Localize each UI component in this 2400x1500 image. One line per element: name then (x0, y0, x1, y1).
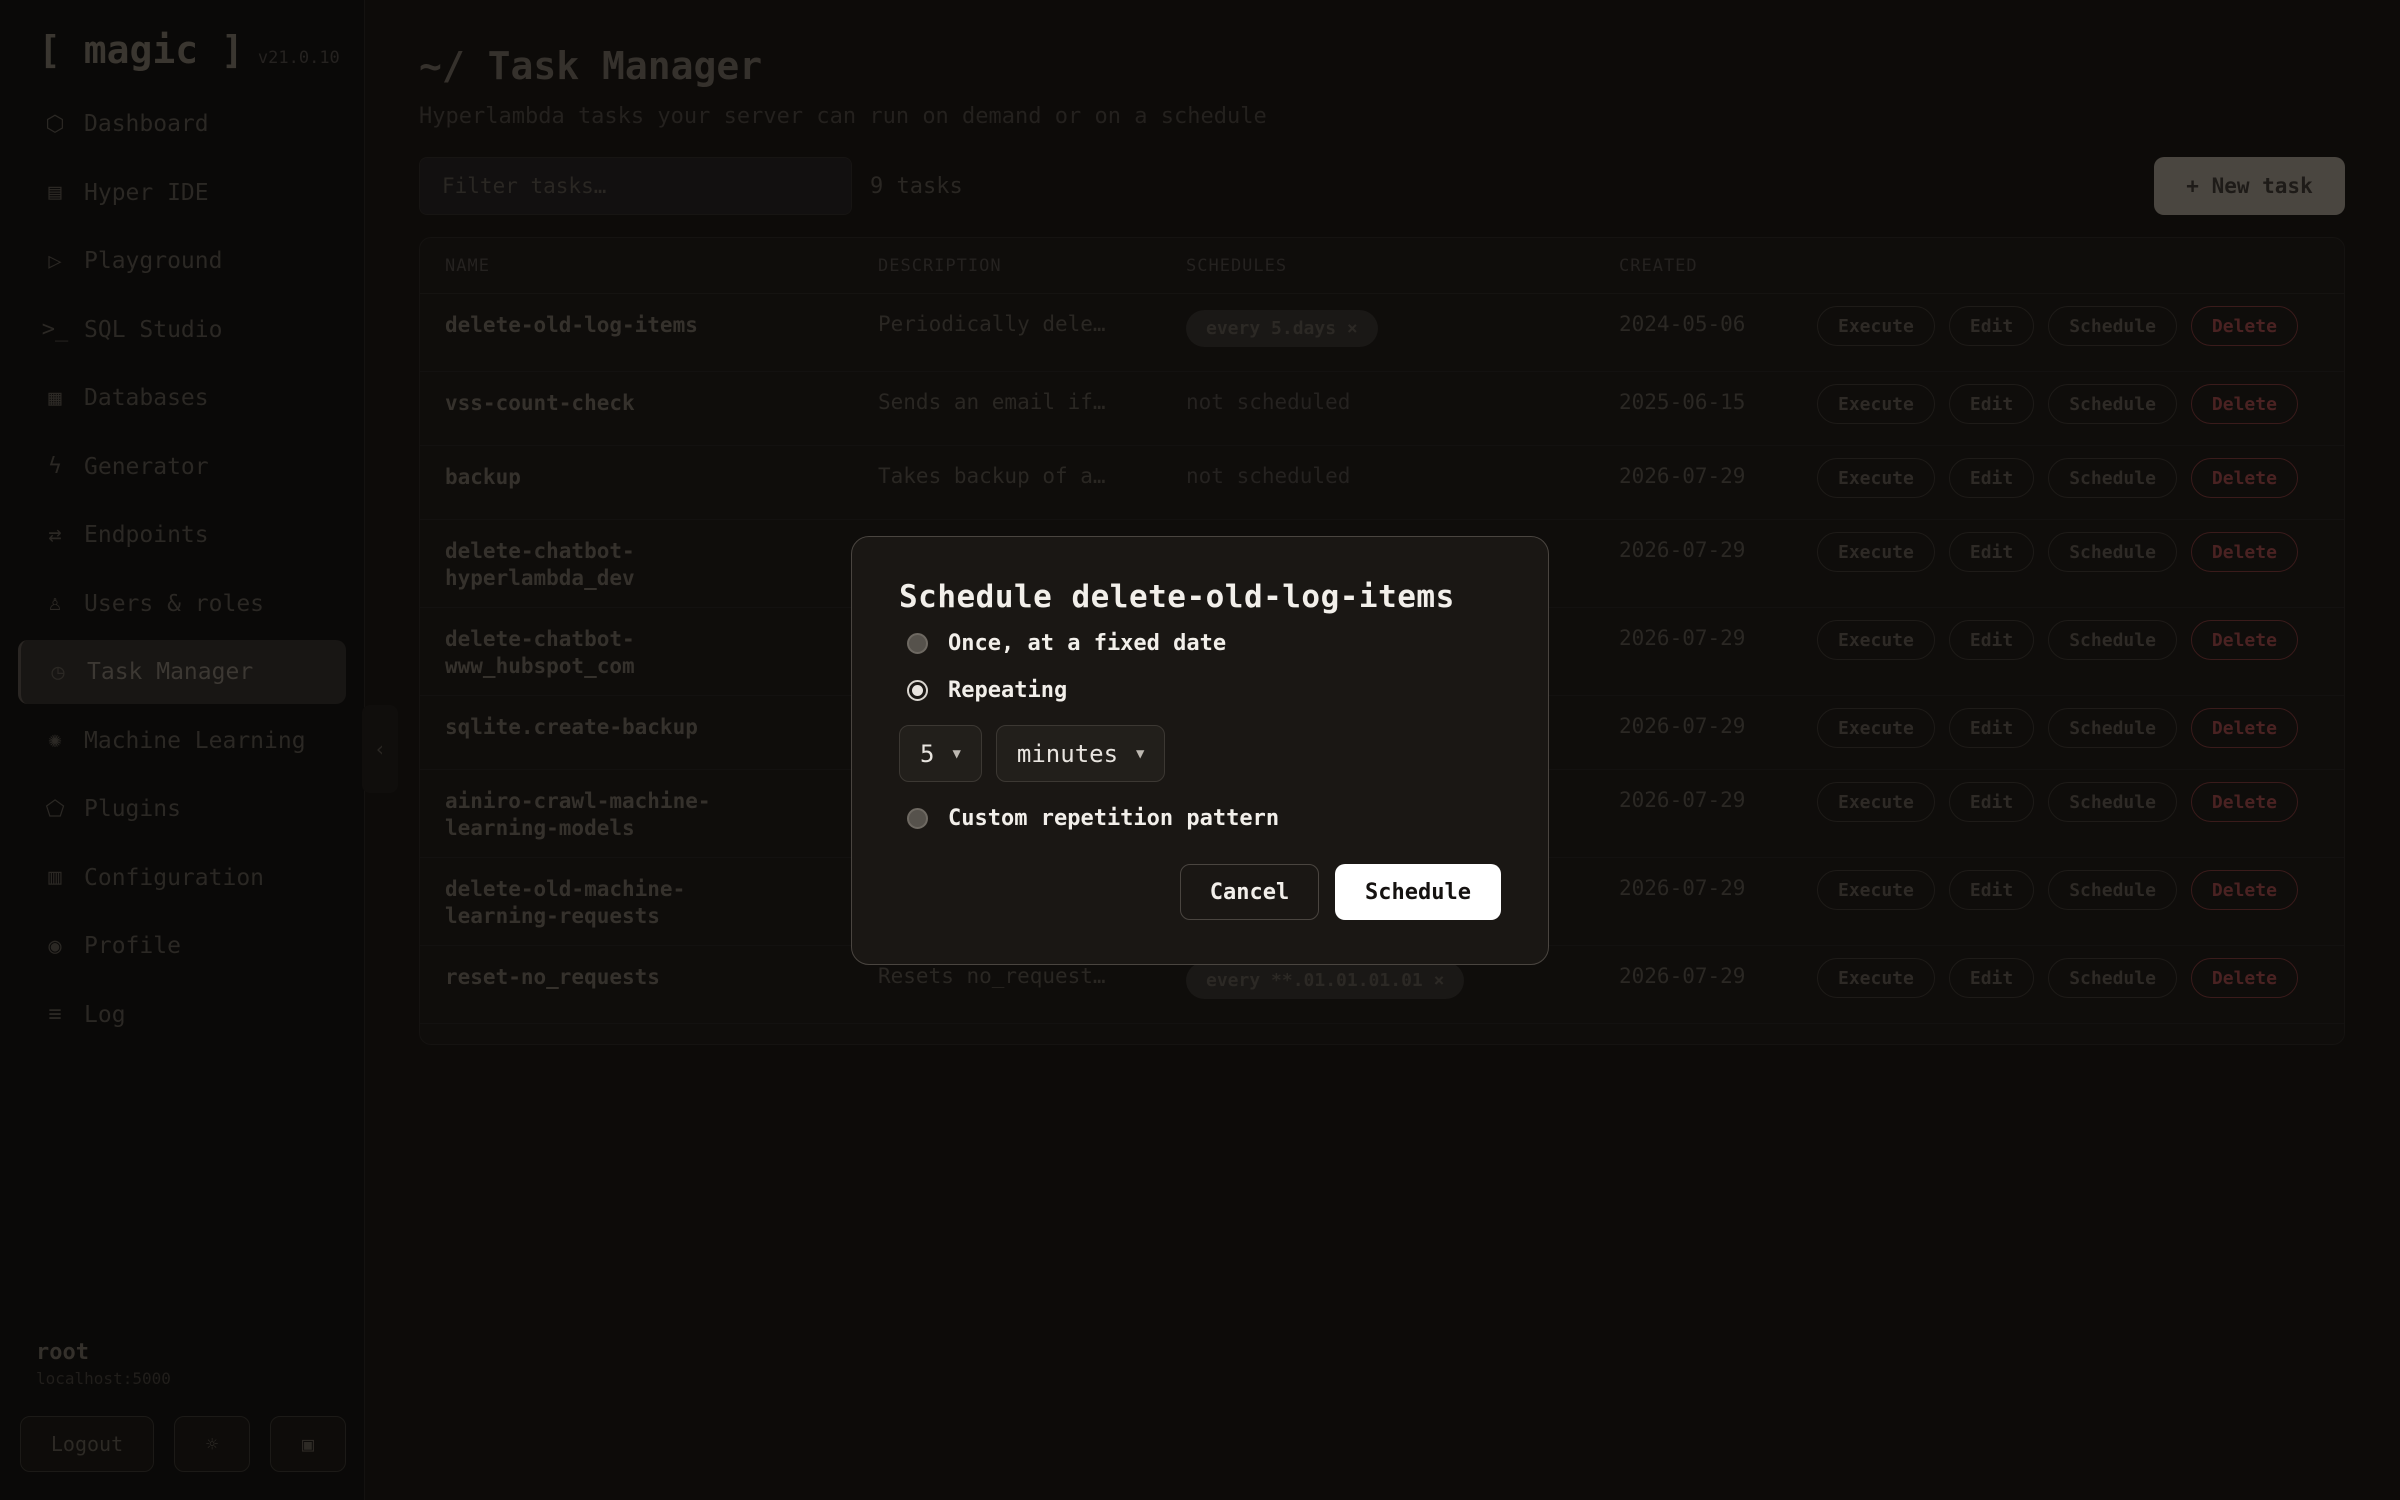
chevron-down-icon: ▼ (952, 745, 961, 762)
interval-unit: minutes (1016, 739, 1119, 768)
option-custom-label: Custom repetition pattern (948, 806, 1280, 831)
radio-once[interactable] (907, 633, 928, 654)
interval-unit-select[interactable]: minutes ▼ (995, 725, 1166, 782)
option-once[interactable]: Once, at a fixed date (899, 627, 1501, 660)
radio-custom[interactable] (907, 808, 928, 829)
option-repeating-label: Repeating (948, 678, 1068, 703)
radio-repeating[interactable] (907, 680, 928, 701)
dialog-actions: Cancel Schedule (1180, 864, 1501, 920)
interval-value-select[interactable]: 5 ▼ (899, 725, 982, 782)
option-repeating[interactable]: Repeating (899, 674, 1501, 707)
chevron-down-icon: ▼ (1136, 745, 1145, 762)
interval-value: 5 (920, 739, 935, 768)
option-custom[interactable]: Custom repetition pattern (899, 802, 1501, 835)
dialog-title: Schedule delete-old-log-items (899, 579, 1455, 615)
interval-selects: 5 ▼ minutes ▼ (899, 725, 1501, 782)
schedule-dialog: Schedule delete-old-log-items Once, at a… (851, 536, 1549, 965)
schedule-button[interactable]: Schedule (1335, 864, 1501, 920)
option-once-label: Once, at a fixed date (948, 631, 1227, 656)
cancel-button[interactable]: Cancel (1180, 864, 1319, 920)
